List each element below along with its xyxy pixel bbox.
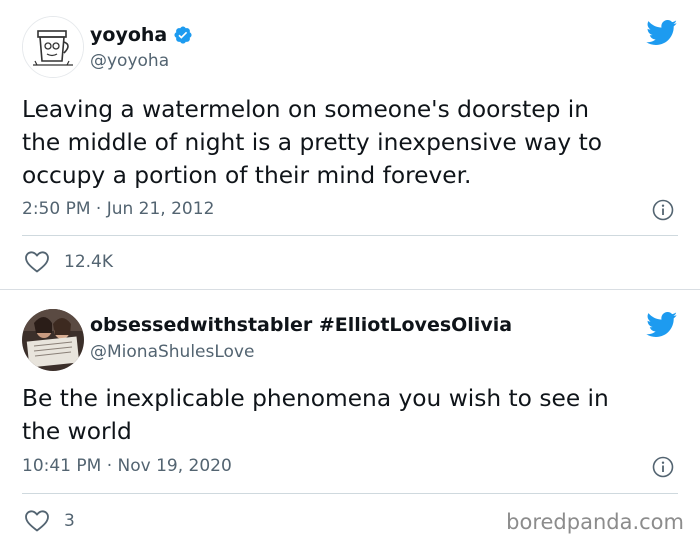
avatar[interactable] — [22, 309, 84, 371]
like-count: 3 — [64, 511, 75, 531]
avatar-illustration — [23, 17, 83, 77]
info-icon[interactable] — [652, 199, 674, 221]
tweet-timestamp[interactable]: 2:50 PM · Jun 21, 2012 — [22, 199, 214, 219]
handle[interactable]: @MionaShulesLove — [90, 342, 254, 362]
tweet-card: yoyoha @yoyoha Leaving a watermelon on s… — [0, 0, 700, 290]
info-icon[interactable] — [652, 456, 674, 478]
display-name[interactable]: yoyoha — [90, 24, 167, 46]
twitter-bird-icon[interactable] — [646, 20, 678, 46]
tweet-text: Leaving a watermelon on someone's doorst… — [22, 96, 603, 189]
display-name[interactable]: obsessedwithstabler #ElliotLovesOlivia — [90, 314, 512, 336]
tweet-text: Be the inexplicable phenomena you wish t… — [22, 385, 609, 445]
author-row: obsessedwithstabler #ElliotLovesOlivia — [90, 314, 512, 336]
twitter-bird-icon[interactable] — [646, 312, 678, 338]
handle[interactable]: @yoyoha — [90, 51, 169, 71]
verified-badge-icon — [173, 25, 193, 45]
tweet-timestamp[interactable]: 10:41 PM · Nov 19, 2020 — [22, 456, 232, 476]
divider — [22, 235, 678, 236]
like-action[interactable]: 3 — [24, 509, 75, 533]
heart-icon[interactable] — [24, 509, 50, 533]
avatar[interactable] — [22, 16, 84, 78]
author-row: yoyoha — [90, 24, 193, 46]
watermark: boredpanda.com — [506, 510, 684, 534]
divider — [22, 493, 678, 494]
heart-icon[interactable] — [24, 250, 50, 274]
tweet-card: obsessedwithstabler #ElliotLovesOlivia @… — [0, 290, 700, 547]
like-count: 12.4K — [64, 252, 113, 272]
avatar-photo — [22, 309, 84, 371]
like-action[interactable]: 12.4K — [24, 250, 113, 274]
